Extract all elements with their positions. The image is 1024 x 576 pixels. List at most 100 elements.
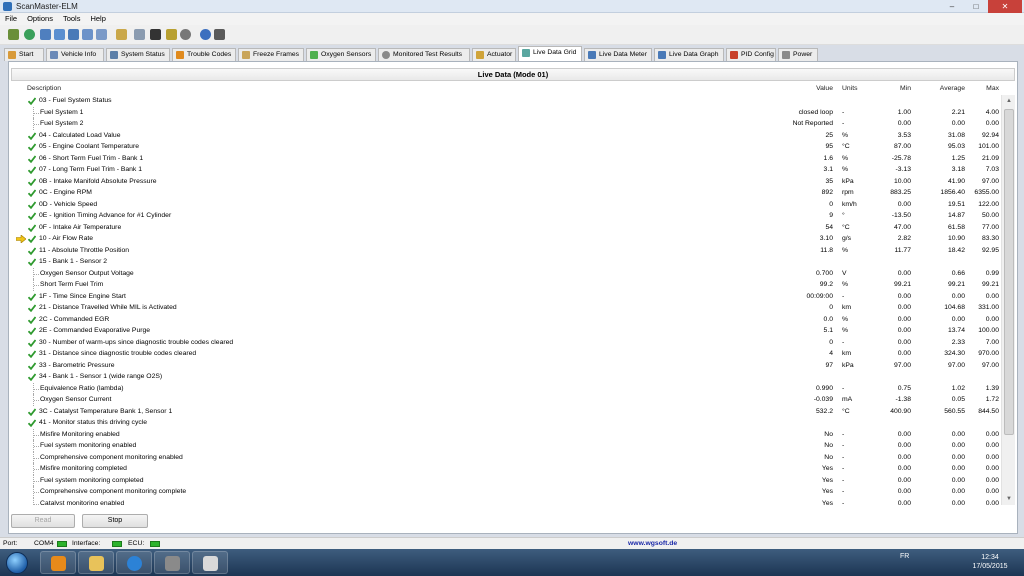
connect-icon[interactable]	[8, 29, 19, 40]
check-icon[interactable]	[28, 304, 36, 312]
maximize-button[interactable]: □	[964, 0, 988, 13]
taskbar-paint[interactable]	[192, 551, 228, 574]
oxygen-icon[interactable]	[96, 29, 107, 40]
minimize-button[interactable]: –	[940, 0, 964, 13]
globe-icon[interactable]	[24, 29, 35, 40]
check-icon[interactable]	[28, 292, 36, 301]
table-row[interactable]: 3C - Catalyst Temperature Bank 1, Sensor…	[11, 406, 999, 418]
tab-live-data-graph[interactable]: Live Data Graph	[654, 48, 724, 61]
check-icon[interactable]	[28, 373, 36, 381]
taskbar-ie[interactable]	[116, 551, 152, 574]
col-min[interactable]: Min	[869, 83, 911, 94]
tab-start[interactable]: Start	[4, 48, 44, 61]
check-icon[interactable]	[28, 327, 36, 335]
table-row[interactable]: 2E - Commanded Evaporative Purge 5.1% 0.00…	[11, 325, 999, 337]
check-icon[interactable]	[28, 97, 36, 105]
tab-system-status[interactable]: System Status	[106, 48, 170, 61]
check-icon[interactable]	[28, 338, 36, 347]
check-icon[interactable]	[28, 361, 36, 370]
power-icon[interactable]	[180, 29, 191, 40]
table-row[interactable]: 06 - Short Term Fuel Trim - Bank 1 1.6% -2…	[11, 153, 999, 165]
check-icon[interactable]	[28, 223, 36, 232]
scroll-down-icon[interactable]: ▼	[1002, 493, 1016, 505]
table-row[interactable]: 11 - Absolute Throttle Position 11.8% 11.7…	[11, 245, 999, 257]
check-icon[interactable]	[28, 235, 36, 243]
status-icon[interactable]	[54, 29, 65, 40]
check-icon[interactable]	[28, 200, 36, 209]
tab-trouble-codes[interactable]: Trouble Codes	[172, 48, 236, 61]
table-row[interactable]: Fuel System 2 Not Reported - 0.00 0.00 0.00	[11, 118, 999, 130]
table-row[interactable]: 0E - Ignition Timing Advance for #1 Cyli…	[11, 210, 999, 222]
freeze-icon[interactable]	[82, 29, 93, 40]
table-row[interactable]: 03 - Fuel System Status	[11, 95, 999, 107]
table-row[interactable]: Fuel system monitoring completed Yes - 0.00…	[11, 474, 999, 486]
col-average[interactable]: Average	[919, 83, 965, 94]
table-row[interactable]: Fuel System 1 closed loop - 1.00 2.21 4.00	[11, 106, 999, 118]
vehicle-icon[interactable]	[40, 29, 51, 40]
tab-monitored-test-results[interactable]: Monitored Test Results	[378, 48, 470, 61]
table-row[interactable]: 21 - Distance Travelled While MIL is Act…	[11, 302, 999, 314]
table-row[interactable]: 04 - Calculated Load Value 25% 3.53 31.08 92…	[11, 130, 999, 142]
language-indicator[interactable]: FR	[900, 553, 909, 560]
check-icon[interactable]	[28, 131, 36, 140]
close-button[interactable]: ✕	[988, 0, 1022, 13]
tab-pid-config[interactable]: PID Config	[726, 48, 776, 61]
tab-actuator[interactable]: Actuator	[472, 48, 516, 61]
col-units[interactable]: Units	[842, 83, 858, 94]
table-row[interactable]: 41 - Monitor status this driving cycle	[11, 417, 999, 429]
tab-oxygen-sensors[interactable]: Oxygen Sensors	[306, 48, 376, 61]
test-icon[interactable]	[116, 29, 127, 40]
table-row[interactable]: Oxygen Sensor Output Voltage 0.700 V 0.00 0.…	[11, 267, 999, 279]
table-row[interactable]: Equivalence Ratio (lambda) 0.990 - 0.75 1.02…	[11, 382, 999, 394]
check-icon[interactable]	[28, 143, 36, 151]
menu-tools[interactable]: Tools	[58, 13, 86, 25]
table-row[interactable]: 07 - Long Term Fuel Trim - Bank 1 3.1% -3.…	[11, 164, 999, 176]
menu-file[interactable]: File	[0, 13, 22, 25]
table-row[interactable]: Misfire monitoring completed Yes - 0.00 0.00…	[11, 463, 999, 475]
table-row[interactable]: 1F - Time Since Engine Start 00:09:00 - 0.0…	[11, 291, 999, 303]
table-row[interactable]: 10 - Air Flow Rate 3.10 g/s 2.82 10.90 83.30	[11, 233, 999, 245]
check-icon[interactable]	[28, 177, 36, 186]
table-row[interactable]: 31 - Distance since diagnostic trouble c…	[11, 348, 999, 360]
col-max[interactable]: Max	[969, 83, 999, 94]
scroll-thumb[interactable]	[1004, 109, 1014, 435]
table-row[interactable]: 15 - Bank 1 - Sensor 2	[11, 256, 999, 268]
grid-icon[interactable]	[134, 29, 145, 40]
table-row[interactable]: 0F - Intake Air Temperature 54 °C 47.00 61.5…	[11, 222, 999, 234]
table-row[interactable]: 30 - Number of warm-ups since diagnostic…	[11, 337, 999, 349]
check-icon[interactable]	[28, 350, 36, 358]
exit-icon[interactable]	[214, 29, 225, 40]
check-icon[interactable]	[28, 246, 36, 255]
table-row[interactable]: 2C - Commanded EGR 0.0% 0.00 0.00 0.00	[11, 314, 999, 326]
table-row[interactable]: Short Term Fuel Trim 99.2% 99.21 99.21 99.21	[11, 279, 999, 291]
tab-vehicle-info[interactable]: Vehicle Info	[46, 48, 104, 61]
table-row[interactable]: 33 - Barometric Pressure 97 kPa 97.00 97.00 9…	[11, 360, 999, 372]
table-row[interactable]: Catalyst monitoring enabled Yes - 0.00 0.00 0…	[11, 497, 999, 505]
check-icon[interactable]	[28, 315, 36, 324]
table-row[interactable]: Comprehensive component monitoring enabl…	[11, 451, 999, 463]
col-value[interactable]: Value	[769, 83, 833, 94]
taskbar-scanmaster[interactable]	[154, 551, 190, 574]
stop-button[interactable]: Stop	[82, 514, 148, 528]
codes-icon[interactable]	[68, 29, 79, 40]
table-row[interactable]: 0C - Engine RPM 892 rpm 883.25 1856.40 6355.0…	[11, 187, 999, 199]
read-button[interactable]: Read	[11, 514, 75, 528]
start-button[interactable]	[6, 552, 28, 574]
table-row[interactable]: Fuel system monitoring enabled No - 0.00 0.0…	[11, 440, 999, 452]
check-icon[interactable]	[28, 212, 36, 220]
taskbar-outlook[interactable]	[40, 551, 76, 574]
table-row[interactable]: 0B - Intake Manifold Absolute Pressure 35…	[11, 176, 999, 188]
table-row[interactable]: 0D - Vehicle Speed 0 km/h 0.00 19.51 122.00	[11, 199, 999, 211]
website-link[interactable]: www.wgsoft.de	[628, 538, 677, 549]
tab-power[interactable]: Power	[778, 48, 818, 61]
check-icon[interactable]	[28, 419, 36, 427]
tab-live-data-grid[interactable]: Live Data Grid	[518, 46, 582, 61]
tab-live-data-meter[interactable]: Live Data Meter	[584, 48, 652, 61]
taskbar-explorer[interactable]	[78, 551, 114, 574]
table-row[interactable]: Oxygen Sensor Current -0.039 mA -1.38 0.05 1.…	[11, 394, 999, 406]
check-icon[interactable]	[28, 189, 36, 197]
graph-icon[interactable]	[166, 29, 177, 40]
table-row[interactable]: Misfire Monitoring enabled No - 0.00 0.00 0.0…	[11, 428, 999, 440]
data-grid[interactable]: 03 - Fuel System Status Fuel System 1 clos…	[11, 95, 999, 505]
check-icon[interactable]	[28, 258, 36, 266]
